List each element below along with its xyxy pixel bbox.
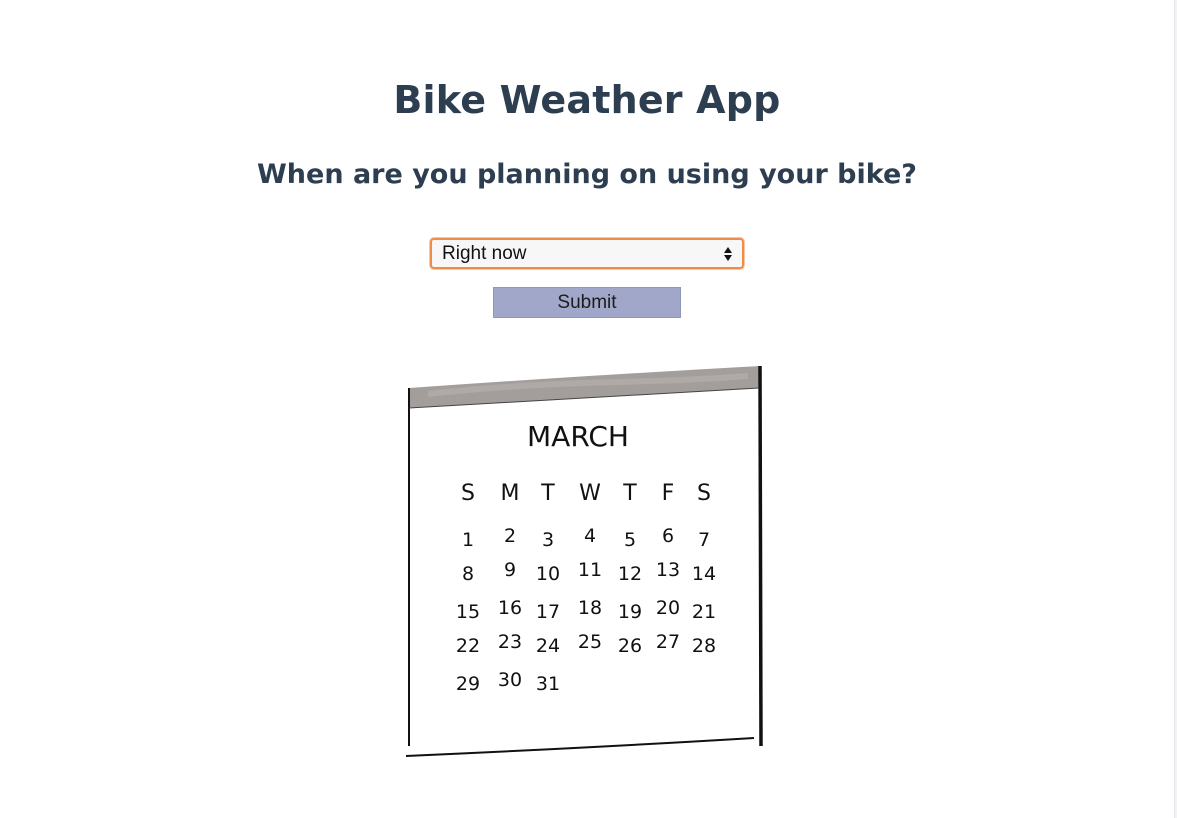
time-select-dropdown[interactable]: Right now xyxy=(430,238,744,269)
calendar-date: 23 xyxy=(498,631,522,653)
calendar-date: 5 xyxy=(624,529,636,551)
time-select-value: Right now xyxy=(442,242,527,264)
calendar-date: 19 xyxy=(618,601,642,623)
calendar-date: 17 xyxy=(536,601,560,623)
calendar-weekday-label: M xyxy=(501,481,520,506)
calendar-illustration: MARCH SMTWTFS 1 2 3 4 5 6 7 8 9 10 11 12 13 14 15 16 17 1… xyxy=(398,358,770,766)
calendar-weekday-label: T xyxy=(540,481,555,506)
calendar-date: 24 xyxy=(536,635,560,657)
calendar-date: 8 xyxy=(462,563,474,585)
calendar-right-edge xyxy=(758,365,763,747)
calendar-date: 9 xyxy=(504,559,516,581)
calendar-weekday-label: S xyxy=(697,481,711,506)
calendar-date: 15 xyxy=(456,601,480,623)
calendar-date: 11 xyxy=(578,559,602,581)
calendar-date: 30 xyxy=(498,669,522,691)
calendar-date: 25 xyxy=(578,631,602,653)
calendar-date: 6 xyxy=(662,525,674,547)
submit-button[interactable]: Submit xyxy=(493,287,681,318)
calendar-month-label: MARCH xyxy=(527,420,629,453)
calendar-date: 3 xyxy=(542,529,554,551)
calendar-date: 18 xyxy=(578,597,602,619)
calendar-date: 7 xyxy=(698,529,710,551)
calendar-date: 4 xyxy=(584,525,596,547)
calendar-drawing: MARCH SMTWTFS 1 2 3 4 5 6 78 9 10 11 12 13 1415 16 17 1… xyxy=(405,365,763,757)
calendar-date: 10 xyxy=(536,563,560,585)
app-title: Bike Weather App xyxy=(393,78,781,122)
calendar-date: 28 xyxy=(692,635,716,657)
calendar-date: 21 xyxy=(692,601,716,623)
calendar-date: 16 xyxy=(498,597,522,619)
calendar-date: 31 xyxy=(536,673,560,695)
select-arrows-icon xyxy=(724,246,732,261)
question-heading: When are you planning on using your bike… xyxy=(257,159,917,190)
calendar-date: 20 xyxy=(656,597,680,619)
calendar-date: 2 xyxy=(504,525,516,547)
calendar-weekday-label: F xyxy=(662,481,675,506)
calendar-date: 29 xyxy=(456,673,480,695)
calendar-date: 14 xyxy=(692,563,716,585)
calendar-weekday-label: T xyxy=(622,481,637,506)
calendar-date: 22 xyxy=(456,635,480,657)
calendar-date: 1 xyxy=(462,529,474,551)
calendar-weekday-label: S xyxy=(461,481,475,506)
calendar-date: 27 xyxy=(656,631,680,653)
calendar-date: 26 xyxy=(618,635,642,657)
calendar-date: 12 xyxy=(618,563,642,585)
calendar-weekday-label: W xyxy=(579,481,601,506)
calendar-date: 13 xyxy=(656,559,680,581)
